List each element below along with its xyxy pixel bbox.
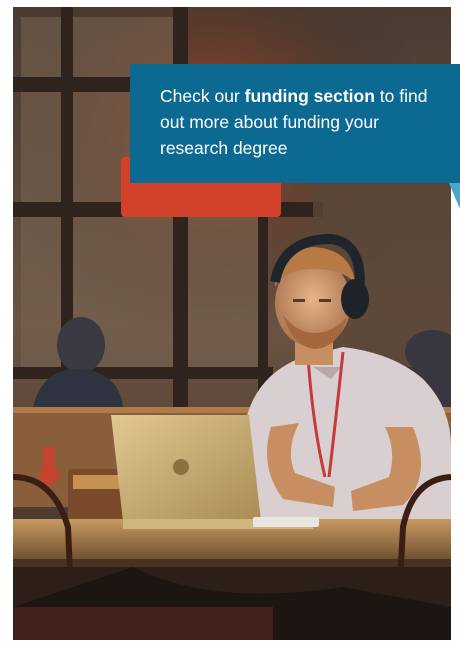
funding-section-link[interactable]: funding section [245,86,375,106]
callout-text-before: Check our [160,86,245,106]
callout-message: Check our funding section to find out mo… [160,83,444,161]
callout-tail-pointer [449,183,460,209]
funding-callout[interactable]: Check our funding section to find out mo… [130,64,460,183]
promo-card: Check our funding section to find out mo… [0,0,460,648]
